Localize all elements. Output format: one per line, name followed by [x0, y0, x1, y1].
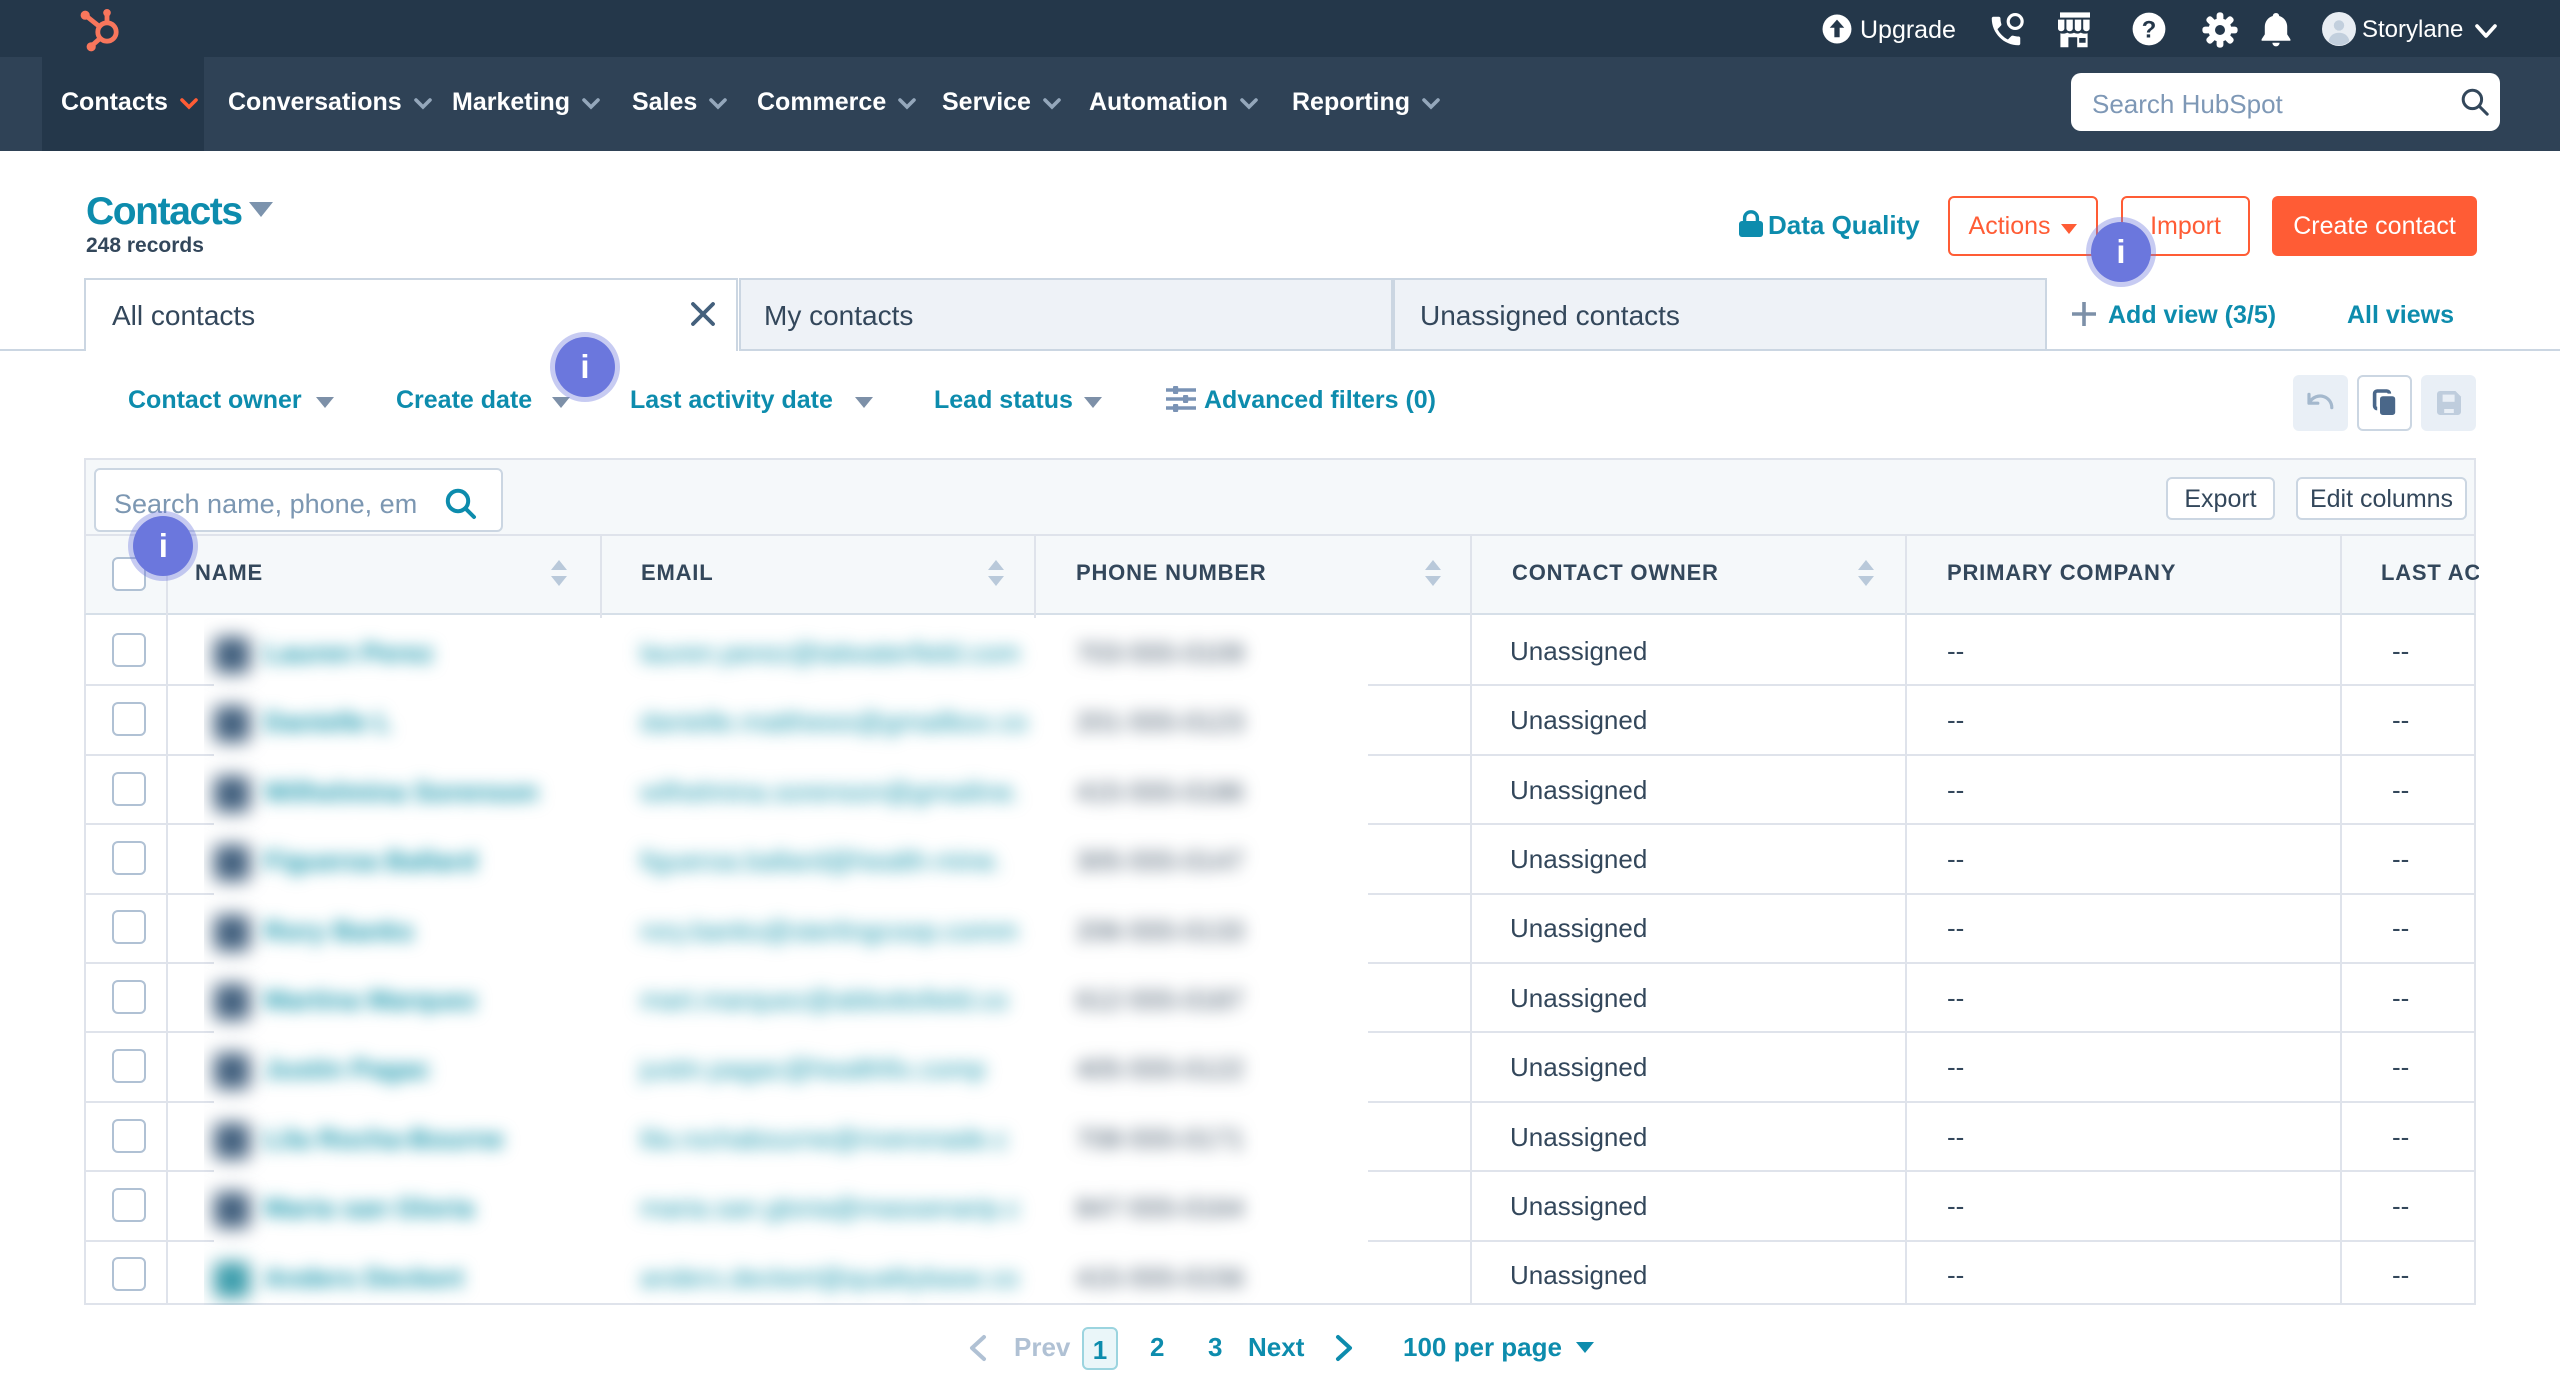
svg-text:?: ?: [2142, 17, 2157, 44]
